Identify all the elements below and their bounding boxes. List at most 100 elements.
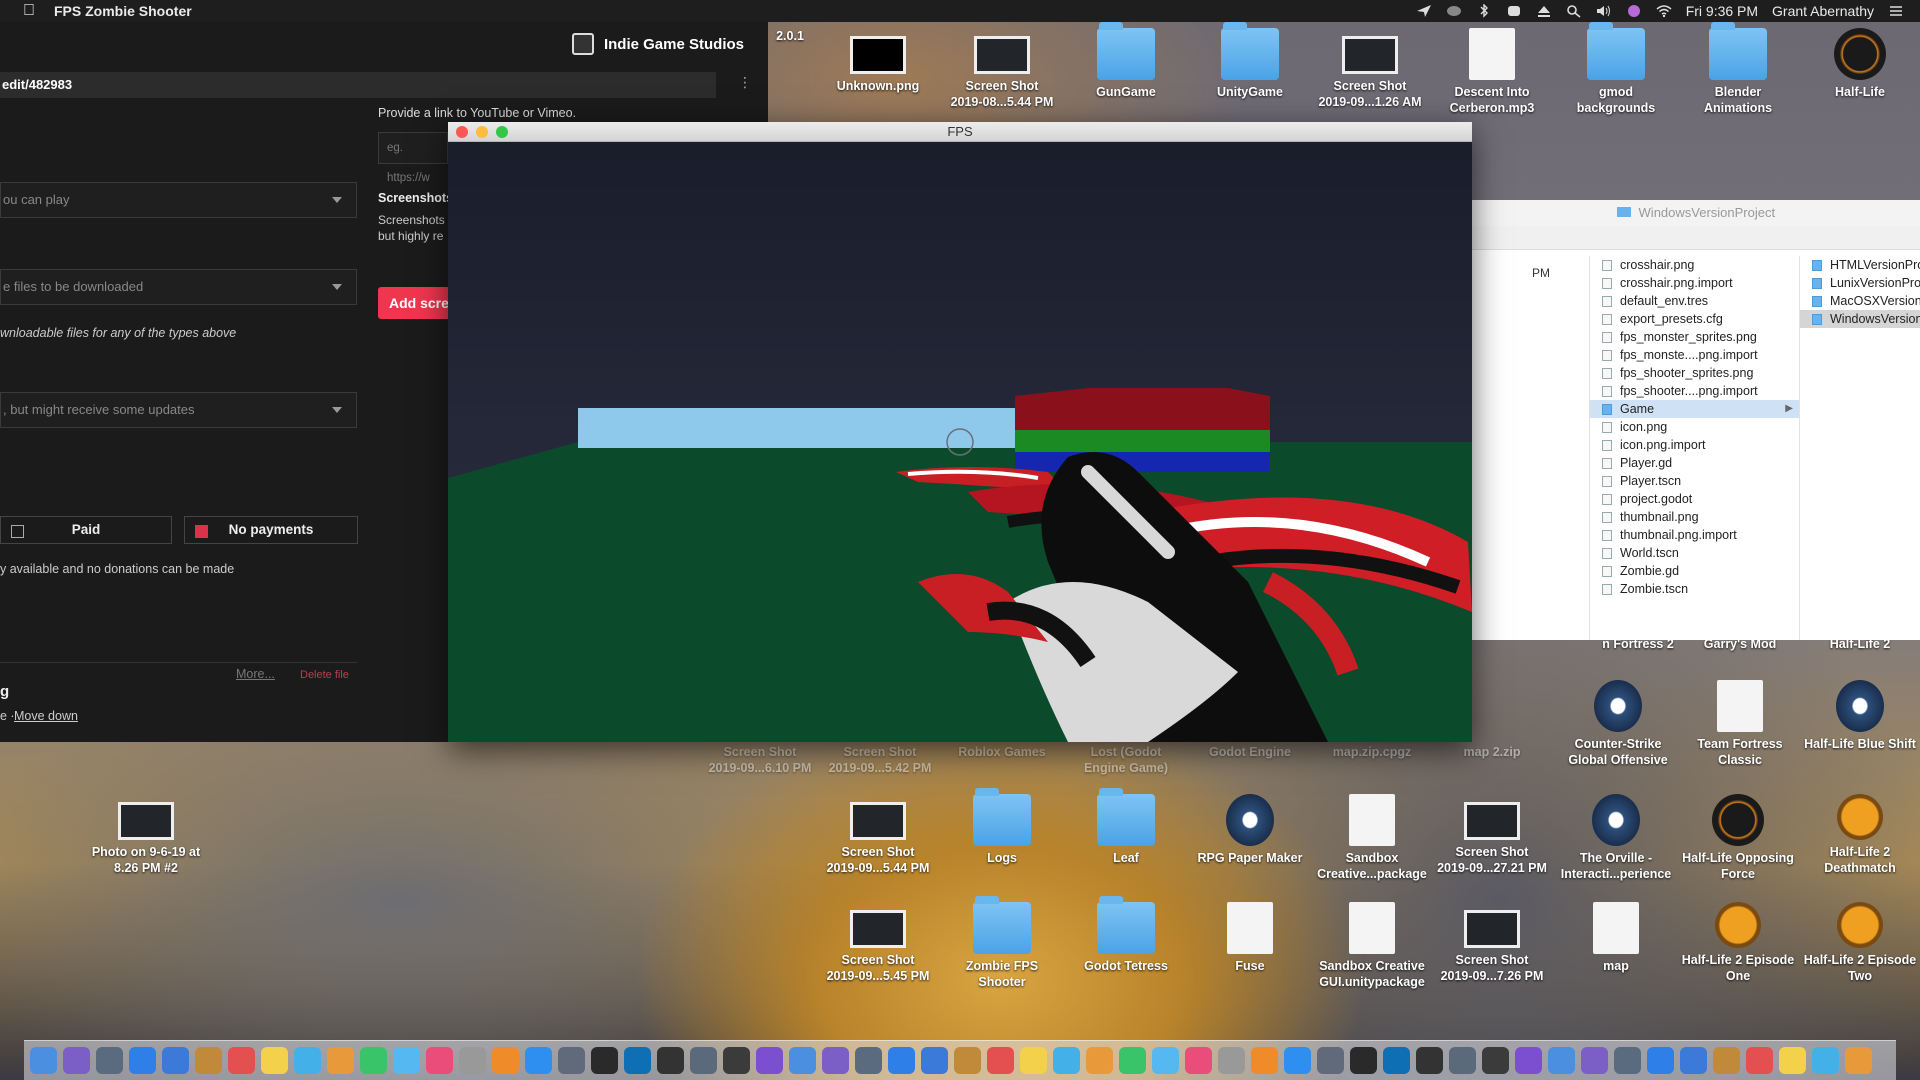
dock-app-icon[interactable]: [1581, 1047, 1608, 1074]
minimize-icon[interactable]: [476, 126, 488, 138]
dock-app-icon[interactable]: [723, 1047, 750, 1074]
studio-logo-icon[interactable]: [571, 33, 594, 55]
dock-app-icon[interactable]: [360, 1047, 387, 1074]
finder-file-list[interactable]: crosshair.png crosshair.png.import default…: [1590, 256, 1800, 640]
desktop-icon[interactable]: Sandbox Creative...package: [1312, 794, 1432, 882]
dock-app-icon[interactable]: [1482, 1047, 1509, 1074]
controller-icon[interactable]: [1446, 4, 1462, 18]
delete-file-link[interactable]: Delete file: [300, 669, 349, 681]
dock-app-icon[interactable]: [756, 1047, 783, 1074]
finder-row[interactable]: fps_shooter_sprites.png: [1590, 364, 1799, 382]
finder-row[interactable]: Player.tscn: [1590, 472, 1799, 490]
finder-subfolder-row[interactable]: WindowsVersionP: [1800, 310, 1920, 328]
dock-app-icon[interactable]: [492, 1047, 519, 1074]
dock-app-icon[interactable]: [162, 1047, 189, 1074]
desktop-icon[interactable]: Blender Animations: [1678, 22, 1798, 116]
desktop-icon[interactable]: Half-Life 2 Episode Two: [1800, 902, 1920, 984]
search-icon[interactable]: [1566, 4, 1582, 18]
dock-app-icon[interactable]: [1779, 1047, 1806, 1074]
dock-app-icon[interactable]: [96, 1047, 123, 1074]
desktop-icon[interactable]: Half-Life Opposing Force: [1678, 794, 1798, 882]
kind-select[interactable]: ou can play: [0, 182, 357, 218]
desktop-icon[interactable]: Half-Life Blue Shift: [1800, 680, 1920, 752]
dock-app-icon[interactable]: [1845, 1047, 1872, 1074]
finder-column-1[interactable]: PM: [1472, 256, 1590, 640]
dock-app-icon[interactable]: [888, 1047, 915, 1074]
dock-app-icon[interactable]: [294, 1047, 321, 1074]
desktop-icon[interactable]: Half-Life: [1800, 28, 1920, 100]
desktop-icon[interactable]: Screen Shot 2019-09...5.44 PM: [818, 794, 938, 876]
no-payments-checkbox[interactable]: [195, 525, 208, 538]
dock-app-icon[interactable]: [690, 1047, 717, 1074]
dock-app-icon[interactable]: [1284, 1047, 1311, 1074]
dock-app-icon[interactable]: [1515, 1047, 1542, 1074]
dock-app-icon[interactable]: [30, 1047, 57, 1074]
dock-app-icon[interactable]: [1383, 1047, 1410, 1074]
finder-row[interactable]: icon.png: [1590, 418, 1799, 436]
dock-app-icon[interactable]: [954, 1047, 981, 1074]
finder-row[interactable]: thumbnail.png: [1590, 508, 1799, 526]
finder-row[interactable]: Game ▶: [1590, 400, 1799, 418]
dock-app-icon[interactable]: [1647, 1047, 1674, 1074]
desktop-icon[interactable]: Godot Tetress: [1066, 896, 1186, 974]
finder-row[interactable]: Zombie.tscn: [1590, 580, 1799, 598]
desktop-icon[interactable]: Counter-Strike Global Offensive: [1558, 680, 1678, 768]
desktop-icon[interactable]: Leaf: [1066, 788, 1186, 866]
move-down-link[interactable]: Move down: [14, 709, 78, 723]
dock-app-icon[interactable]: [1152, 1047, 1179, 1074]
dock-app-icon[interactable]: [657, 1047, 684, 1074]
finder-row[interactable]: Zombie.gd: [1590, 562, 1799, 580]
desktop-icon[interactable]: Logs: [942, 788, 1062, 866]
dock-app-icon[interactable]: [1416, 1047, 1443, 1074]
download-select[interactable]: e files to be downloaded: [0, 269, 357, 305]
desktop-icon[interactable]: Fuse: [1190, 902, 1310, 974]
finder-row[interactable]: crosshair.png: [1590, 256, 1799, 274]
finder-row[interactable]: fps_monster_sprites.png: [1590, 328, 1799, 346]
url-field[interactable]: edit/482983: [0, 72, 716, 98]
finder-subfolder-row[interactable]: MacOSXVersionPr: [1800, 292, 1920, 310]
dock-app-icon[interactable]: [624, 1047, 651, 1074]
dock-app-icon[interactable]: [921, 1047, 948, 1074]
dock-app-icon[interactable]: [1548, 1047, 1575, 1074]
dock-app-icon[interactable]: [195, 1047, 222, 1074]
dock-app-icon[interactable]: [393, 1047, 420, 1074]
video-url-input[interactable]: eg. https://w: [378, 132, 448, 184]
desktop-icon[interactable]: The Orville - Interacti...perience: [1556, 794, 1676, 882]
no-payments-option[interactable]: No payments: [184, 516, 358, 544]
desktop-icon[interactable]: map 2.zip: [1432, 744, 1552, 760]
desktop-icon[interactable]: Photo on 9-6-19 at 8.26 PM #2: [86, 794, 206, 876]
dock-app-icon[interactable]: [1053, 1047, 1080, 1074]
desktop-icon[interactable]: Screen Shot 2019-09...5.45 PM: [818, 902, 938, 984]
dock-app-icon[interactable]: [1119, 1047, 1146, 1074]
dock-app-icon[interactable]: [1185, 1047, 1212, 1074]
dock-app-icon[interactable]: [558, 1047, 585, 1074]
release-select[interactable]: , but might receive some updates: [0, 392, 357, 428]
desktop-icon[interactable]: Half-Life 2 Deathmatch: [1800, 794, 1920, 876]
dock-app-icon[interactable]: [1812, 1047, 1839, 1074]
paid-option[interactable]: Paid: [0, 516, 172, 544]
desktop-icon[interactable]: Descent Into Cerberon.mp3: [1432, 28, 1552, 116]
dock-app-icon[interactable]: [1746, 1047, 1773, 1074]
wifi-icon[interactable]: [1656, 4, 1672, 18]
volume-icon[interactable]: [1596, 4, 1612, 18]
desktop-icon[interactable]: map: [1556, 902, 1676, 974]
desktop-icon[interactable]: gmod backgrounds: [1556, 22, 1676, 116]
finder-row[interactable]: thumbnail.png.import: [1590, 526, 1799, 544]
menubar-clock[interactable]: Fri 9:36 PM: [1686, 3, 1758, 19]
finder-row[interactable]: Player.gd: [1590, 454, 1799, 472]
more-menu-icon[interactable]: ⋮: [738, 74, 752, 91]
desktop-icon[interactable]: Unknown.png: [818, 28, 938, 94]
dock-app-icon[interactable]: [426, 1047, 453, 1074]
desktop-icon[interactable]: Roblox Games: [942, 744, 1062, 760]
desktop-icon[interactable]: Screen Shot 2019-09...7.26 PM: [1432, 902, 1552, 984]
siri-icon[interactable]: [1626, 4, 1642, 18]
desktop-icon[interactable]: map.zip.cpgz: [1312, 744, 1432, 760]
desktop-icon[interactable]: UnityGame: [1190, 22, 1310, 100]
finder-window[interactable]: WindowsVersionProject PM crosshair.png cr…: [1472, 200, 1920, 640]
finder-row[interactable]: fps_shooter....png.import: [1590, 382, 1799, 400]
game-titlebar[interactable]: FPS: [448, 122, 1472, 142]
dock-app-icon[interactable]: [1350, 1047, 1377, 1074]
studio-name[interactable]: Indie Game Studios: [604, 36, 744, 53]
finder-subfolder-row[interactable]: HTMLVersionProe: [1800, 256, 1920, 274]
dock-app-icon[interactable]: [1086, 1047, 1113, 1074]
